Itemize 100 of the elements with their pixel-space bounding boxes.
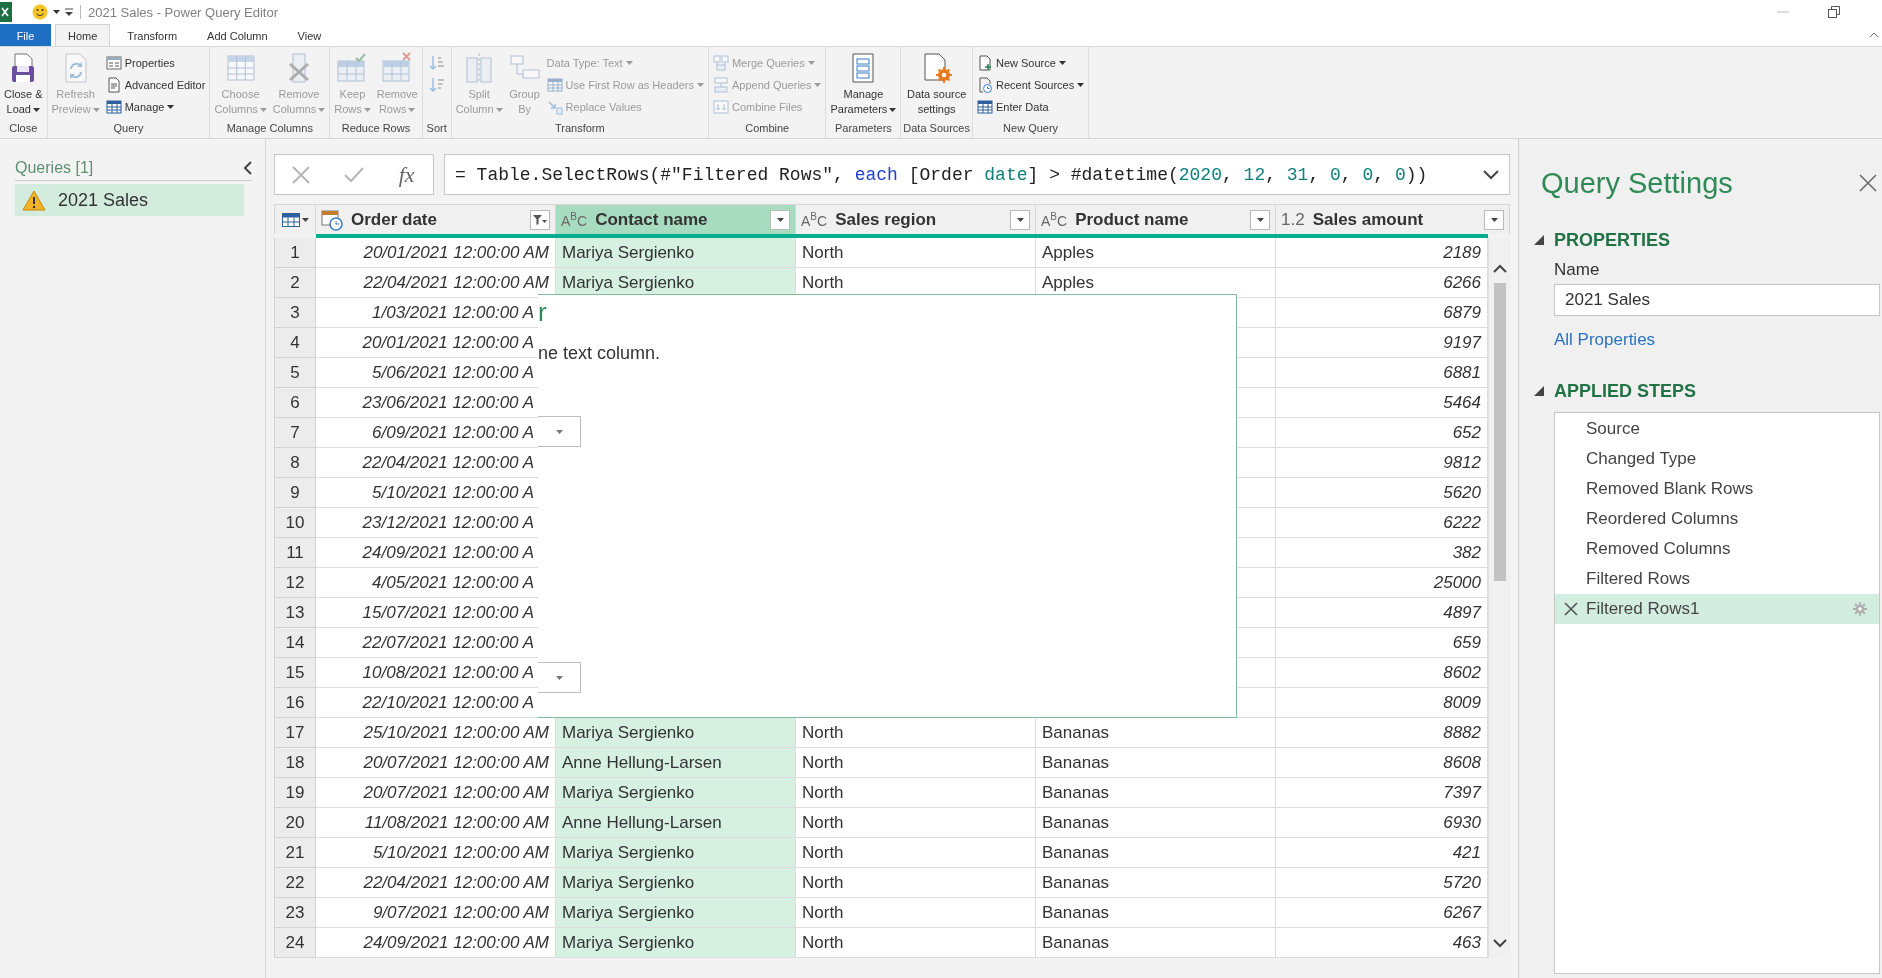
table-cell: 9/07/2021 12:00:00 AM (316, 898, 556, 928)
table-cell: 6881 (1276, 358, 1488, 388)
table-cell: 22/04/2021 12:00:00 AM (316, 268, 556, 298)
column-title: Product name (1075, 209, 1190, 230)
table-cell: Bananas (1036, 718, 1276, 748)
row-number: 7 (274, 418, 316, 448)
name-field[interactable]: 2021 Sales (1554, 284, 1880, 316)
column-header[interactable]: A$^{B}$C Contact name (556, 204, 796, 234)
row-number: 18 (274, 748, 316, 778)
step-label: Filtered Rows1 (1586, 599, 1701, 619)
step-item[interactable]: Reordered Columns (1555, 504, 1879, 534)
column-header[interactable]: Order date (316, 204, 556, 234)
table-cell: 9812 (1276, 448, 1488, 478)
table-menu-button[interactable] (274, 204, 316, 234)
triangle-icon[interactable] (1534, 386, 1544, 396)
table-cell: 421 (1276, 838, 1488, 868)
table-icon (105, 99, 122, 115)
chevron-down-icon (1492, 939, 1507, 948)
rows-check-icon (336, 52, 369, 84)
chevron-left-icon[interactable] (244, 160, 252, 175)
step-item[interactable]: Source (1555, 414, 1879, 444)
table-cell: Mariya Sergienko (556, 838, 796, 868)
window-title: 2021 Sales - Power Query Editor (88, 4, 279, 20)
ribbon-tab[interactable]: View (284, 24, 335, 46)
table-cell: 6930 (1276, 808, 1488, 838)
table-cell: Mariya Sergienko (556, 928, 796, 958)
group-label: Query (112, 121, 145, 136)
table-cell: 20/01/2021 12:00:00 AM (316, 238, 556, 268)
field-label: Name (1554, 259, 1600, 281)
table-cell: Bananas (1036, 748, 1276, 778)
step-item[interactable]: Changed Type (1555, 444, 1879, 474)
step-label: Reordered Columns (1586, 509, 1740, 529)
step-label: Source (1586, 419, 1641, 439)
customize-toolbar-icon[interactable] (65, 7, 73, 17)
cross-icon[interactable] (1564, 602, 1578, 616)
ribbon-button[interactable]: Properties (103, 52, 208, 74)
triangle-icon[interactable] (1534, 235, 1544, 245)
ribbon-button[interactable]: Close & Load (2, 52, 45, 117)
column-header[interactable]: A$^{B}$C Product name (1036, 204, 1276, 234)
column-header[interactable]: A$^{B}$C Sales region (796, 204, 1036, 234)
properties-icon (105, 55, 122, 71)
dropdown-field[interactable] (538, 416, 581, 447)
filter-dropdown-button[interactable] (770, 209, 790, 230)
filter-dropdown-button[interactable] (530, 209, 550, 230)
ribbon-button[interactable]: Enter Data (974, 96, 1087, 118)
ribbon-tab[interactable]: Add Column (194, 24, 281, 46)
row-number: 12 (274, 568, 316, 598)
type-label: A$^{B}$C (1041, 210, 1068, 229)
group-label: New Query (1002, 121, 1060, 136)
chevron-down-icon[interactable] (1483, 169, 1499, 180)
table-icon (976, 99, 993, 115)
filter-dropdown-button[interactable] (1250, 209, 1270, 230)
row-number: 21 (274, 838, 316, 868)
replace-icon (546, 99, 563, 115)
table-cell: 25000 (1276, 568, 1488, 598)
type-label: A$^{B}$C (561, 210, 588, 229)
ribbon-tab[interactable]: Transform (114, 24, 191, 46)
formula-text[interactable]: = Table.SelectRows(#"Filtered Rows", each [Order date] > #datetime(2020, 12, 31, 0, 0, 0)) (455, 164, 1428, 185)
ribbon-button[interactable]: New Source (974, 52, 1087, 74)
ribbon-button[interactable]: Advanced Editor (103, 74, 208, 96)
table-cell: 8602 (1276, 658, 1488, 688)
collapse-ribbon-icon[interactable] (1869, 32, 1879, 38)
row-number: 3 (274, 298, 316, 328)
step-item[interactable]: Removed Columns (1555, 534, 1879, 564)
append-icon (712, 77, 729, 93)
row-number: 15 (274, 658, 316, 688)
row-number: 10 (274, 508, 316, 538)
file-tab[interactable]: File (0, 24, 51, 46)
group-label: Combine (744, 121, 791, 136)
filter-dropdown-button[interactable] (1010, 209, 1030, 230)
ribbon-tab[interactable]: Home (55, 24, 111, 46)
sort-descending-icon (428, 77, 445, 93)
close-icon[interactable] (1859, 174, 1877, 192)
row-number: 17 (274, 718, 316, 748)
table-cell: 22/04/2021 12:00:00 AM (316, 868, 556, 898)
ribbon-button[interactable]: Manage Parameters (828, 52, 899, 117)
ribbon-button[interactable]: Manage (103, 96, 208, 118)
table-cell: 25/10/2021 12:00:00 AM (316, 718, 556, 748)
column-title: Order date (351, 209, 438, 230)
row-number: 6 (274, 388, 316, 418)
table-icon (546, 77, 563, 93)
step-item[interactable]: Filtered Rows (1555, 564, 1879, 594)
step-item[interactable]: Removed Blank Rows (1555, 474, 1879, 504)
step-item[interactable]: Filtered Rows1 (1555, 594, 1879, 624)
row-number: 23 (274, 898, 316, 928)
ribbon-button[interactable]: Data source settings (905, 52, 969, 117)
caret-icon (301, 217, 309, 222)
dropdown-field[interactable] (538, 662, 581, 693)
query-item[interactable]: 2021 Sales (15, 184, 244, 216)
filter-dropdown-button[interactable] (1484, 209, 1504, 230)
column-header[interactable]: 1.2 Sales amount (1276, 204, 1510, 234)
row-number: 16 (274, 688, 316, 718)
all-properties-link[interactable]: All Properties (1554, 328, 1656, 352)
table-cell: 8882 (1276, 718, 1488, 748)
step-label: Filtered Rows (1586, 569, 1691, 589)
row-number: 19 (274, 778, 316, 808)
ribbon-button[interactable]: Recent Sources (974, 74, 1087, 96)
smiley-icon[interactable] (32, 4, 48, 20)
scrollbar-thumb[interactable] (1493, 283, 1506, 581)
table-columns-icon (224, 52, 257, 84)
